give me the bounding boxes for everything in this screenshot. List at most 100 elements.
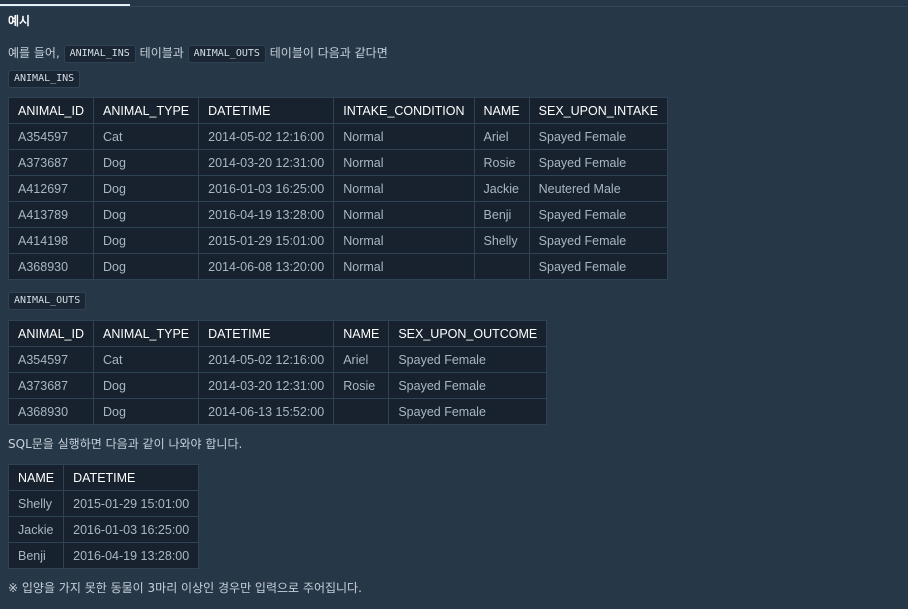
table-cell: Spayed Female [388, 372, 548, 399]
table-row: Jackie 2016-01-03 16:25:00 [7, 516, 200, 543]
table-cell: Dog [92, 201, 200, 228]
table-cell: Shelly [473, 227, 530, 254]
table-row: A354597 Cat 2014-05-02 12:16:00 Normal A… [8, 123, 668, 150]
table-cell: 2016-04-19 13:28:00 [198, 201, 335, 228]
table-cell: Spayed Female [388, 346, 548, 373]
table-cell [473, 253, 530, 280]
animal-outs-label: ANIMAL_OUTS [8, 292, 87, 310]
table-row: A368930 Dog 2014-06-08 13:20:00 Normal S… [8, 253, 668, 280]
table-cell: Dog [92, 398, 200, 425]
table-cell: 2014-05-02 12:16:00 [198, 346, 335, 373]
table-cell: A414198 [8, 227, 94, 254]
animal-outs-table: ANIMAL_ID ANIMAL_TYPE DATETIME NAME SEX_… [8, 320, 548, 425]
section-title: 예시 [8, 14, 31, 28]
intro-table-a-code: ANIMAL_INS [63, 44, 136, 63]
column-header: SEX_UPON_OUTCOME [388, 320, 548, 347]
table-cell: A373687 [8, 372, 94, 399]
table-cell: Rosie [333, 372, 390, 399]
table-cell: 2016-01-03 16:25:00 [198, 175, 335, 202]
table-cell: Normal [333, 175, 475, 202]
active-tab-indicator [0, 4, 130, 6]
table-cell: A354597 [8, 123, 94, 150]
table-cell: 2014-03-20 12:31:00 [198, 372, 335, 399]
column-header: INTAKE_CONDITION [333, 97, 475, 124]
table-cell: Dog [92, 175, 200, 202]
table-header-row: ANIMAL_ID ANIMAL_TYPE DATETIME NAME SEX_… [8, 320, 548, 347]
table-cell: 2014-05-02 12:16:00 [198, 123, 335, 150]
table-cell: Spayed Female [528, 123, 668, 150]
table-cell: Normal [333, 227, 475, 254]
table-cell: Normal [333, 253, 475, 280]
column-header: ANIMAL_TYPE [92, 97, 200, 124]
result-intro: SQL문을 실행하면 다음과 같이 나와야 합니다. [8, 437, 243, 451]
animal-ins-label-row: ANIMAL_INS [8, 70, 908, 88]
column-header: SEX_UPON_INTAKE [528, 97, 668, 124]
column-header: NAME [473, 97, 530, 124]
table-cell: Ariel [333, 346, 390, 373]
table-cell: 2015-01-29 15:01:00 [63, 490, 200, 517]
table-cell: Dog [92, 253, 200, 280]
table-cell: Jackie [473, 175, 530, 202]
table-cell: Dog [92, 372, 200, 399]
animal-ins-label: ANIMAL_INS [8, 70, 81, 88]
table-cell: Spayed Female [528, 149, 668, 176]
table-cell: Cat [92, 346, 200, 373]
table-header-row: ANIMAL_ID ANIMAL_TYPE DATETIME INTAKE_CO… [8, 97, 668, 124]
column-header: NAME [7, 464, 65, 491]
table-cell: Normal [333, 123, 475, 150]
table-cell: A373687 [8, 149, 94, 176]
intro-paragraph: 예를 들어, ANIMAL_INS 테이블과 ANIMAL_OUTS 테이블이 … [8, 42, 908, 64]
table-cell: Spayed Female [528, 201, 668, 228]
table-row: A412697 Dog 2016-01-03 16:25:00 Normal J… [8, 175, 668, 202]
column-header: DATETIME [198, 320, 335, 347]
column-header: DATETIME [63, 464, 200, 491]
table-row: A414198 Dog 2015-01-29 15:01:00 Normal S… [8, 227, 668, 254]
table-cell: Rosie [473, 149, 530, 176]
table-header-row: NAME DATETIME [7, 464, 200, 491]
result-table: NAME DATETIME Shelly 2015-01-29 15:01:00… [7, 464, 200, 569]
animal-outs-label-row: ANIMAL_OUTS [8, 292, 908, 310]
table-cell: A368930 [8, 253, 94, 280]
top-divider [0, 6, 908, 7]
table-cell: Dog [92, 227, 200, 254]
footnote: ※ 입양을 가지 못한 동물이 3마리 이상인 경우만 입력으로 주어집니다. [8, 581, 362, 595]
table-cell: Benji [473, 201, 530, 228]
table-cell: Cat [92, 123, 200, 150]
table-cell: 2014-03-20 12:31:00 [198, 149, 335, 176]
table-cell: Normal [333, 149, 475, 176]
table-cell: 2014-06-08 13:20:00 [198, 253, 335, 280]
table-cell: Normal [333, 201, 475, 228]
intro-suffix: 테이블이 다음과 같다면 [269, 46, 388, 60]
table-cell: A354597 [8, 346, 94, 373]
column-header: ANIMAL_ID [8, 97, 94, 124]
table-row: A413789 Dog 2016-04-19 13:28:00 Normal B… [8, 201, 668, 228]
table-cell: Jackie [7, 516, 65, 543]
table-cell: Spayed Female [528, 253, 668, 280]
table-cell: A413789 [8, 201, 94, 228]
column-header: ANIMAL_TYPE [92, 320, 200, 347]
table-cell: Benji [7, 542, 65, 569]
column-header: ANIMAL_ID [8, 320, 94, 347]
table-cell: A412697 [8, 175, 94, 202]
table-cell: 2016-01-03 16:25:00 [63, 516, 200, 543]
table-cell: 2014-06-13 15:52:00 [198, 398, 335, 425]
table-row: A354597 Cat 2014-05-02 12:16:00 Ariel Sp… [8, 346, 548, 373]
table-cell: Spayed Female [388, 398, 548, 425]
column-header: DATETIME [198, 97, 335, 124]
table-cell: A368930 [8, 398, 94, 425]
table-cell: 2015-01-29 15:01:00 [198, 227, 335, 254]
intro-table-b-code: ANIMAL_OUTS [187, 44, 266, 63]
table-cell: Shelly [7, 490, 65, 517]
column-header: NAME [333, 320, 390, 347]
problem-example-section: 예시 예를 들어, ANIMAL_INS 테이블과 ANIMAL_OUTS 테이… [7, 12, 908, 609]
table-row: A373687 Dog 2014-03-20 12:31:00 Rosie Sp… [8, 372, 548, 399]
table-cell: Ariel [473, 123, 530, 150]
animal-ins-table: ANIMAL_ID ANIMAL_TYPE DATETIME INTAKE_CO… [8, 97, 668, 280]
table-cell: Neutered Male [528, 175, 668, 202]
table-cell [333, 398, 390, 425]
table-cell: 2016-04-19 13:28:00 [63, 542, 200, 569]
table-cell: Spayed Female [528, 227, 668, 254]
intro-prefix: 예를 들어, [8, 46, 60, 60]
table-cell: Dog [92, 149, 200, 176]
table-row: A368930 Dog 2014-06-13 15:52:00 Spayed F… [8, 398, 548, 425]
